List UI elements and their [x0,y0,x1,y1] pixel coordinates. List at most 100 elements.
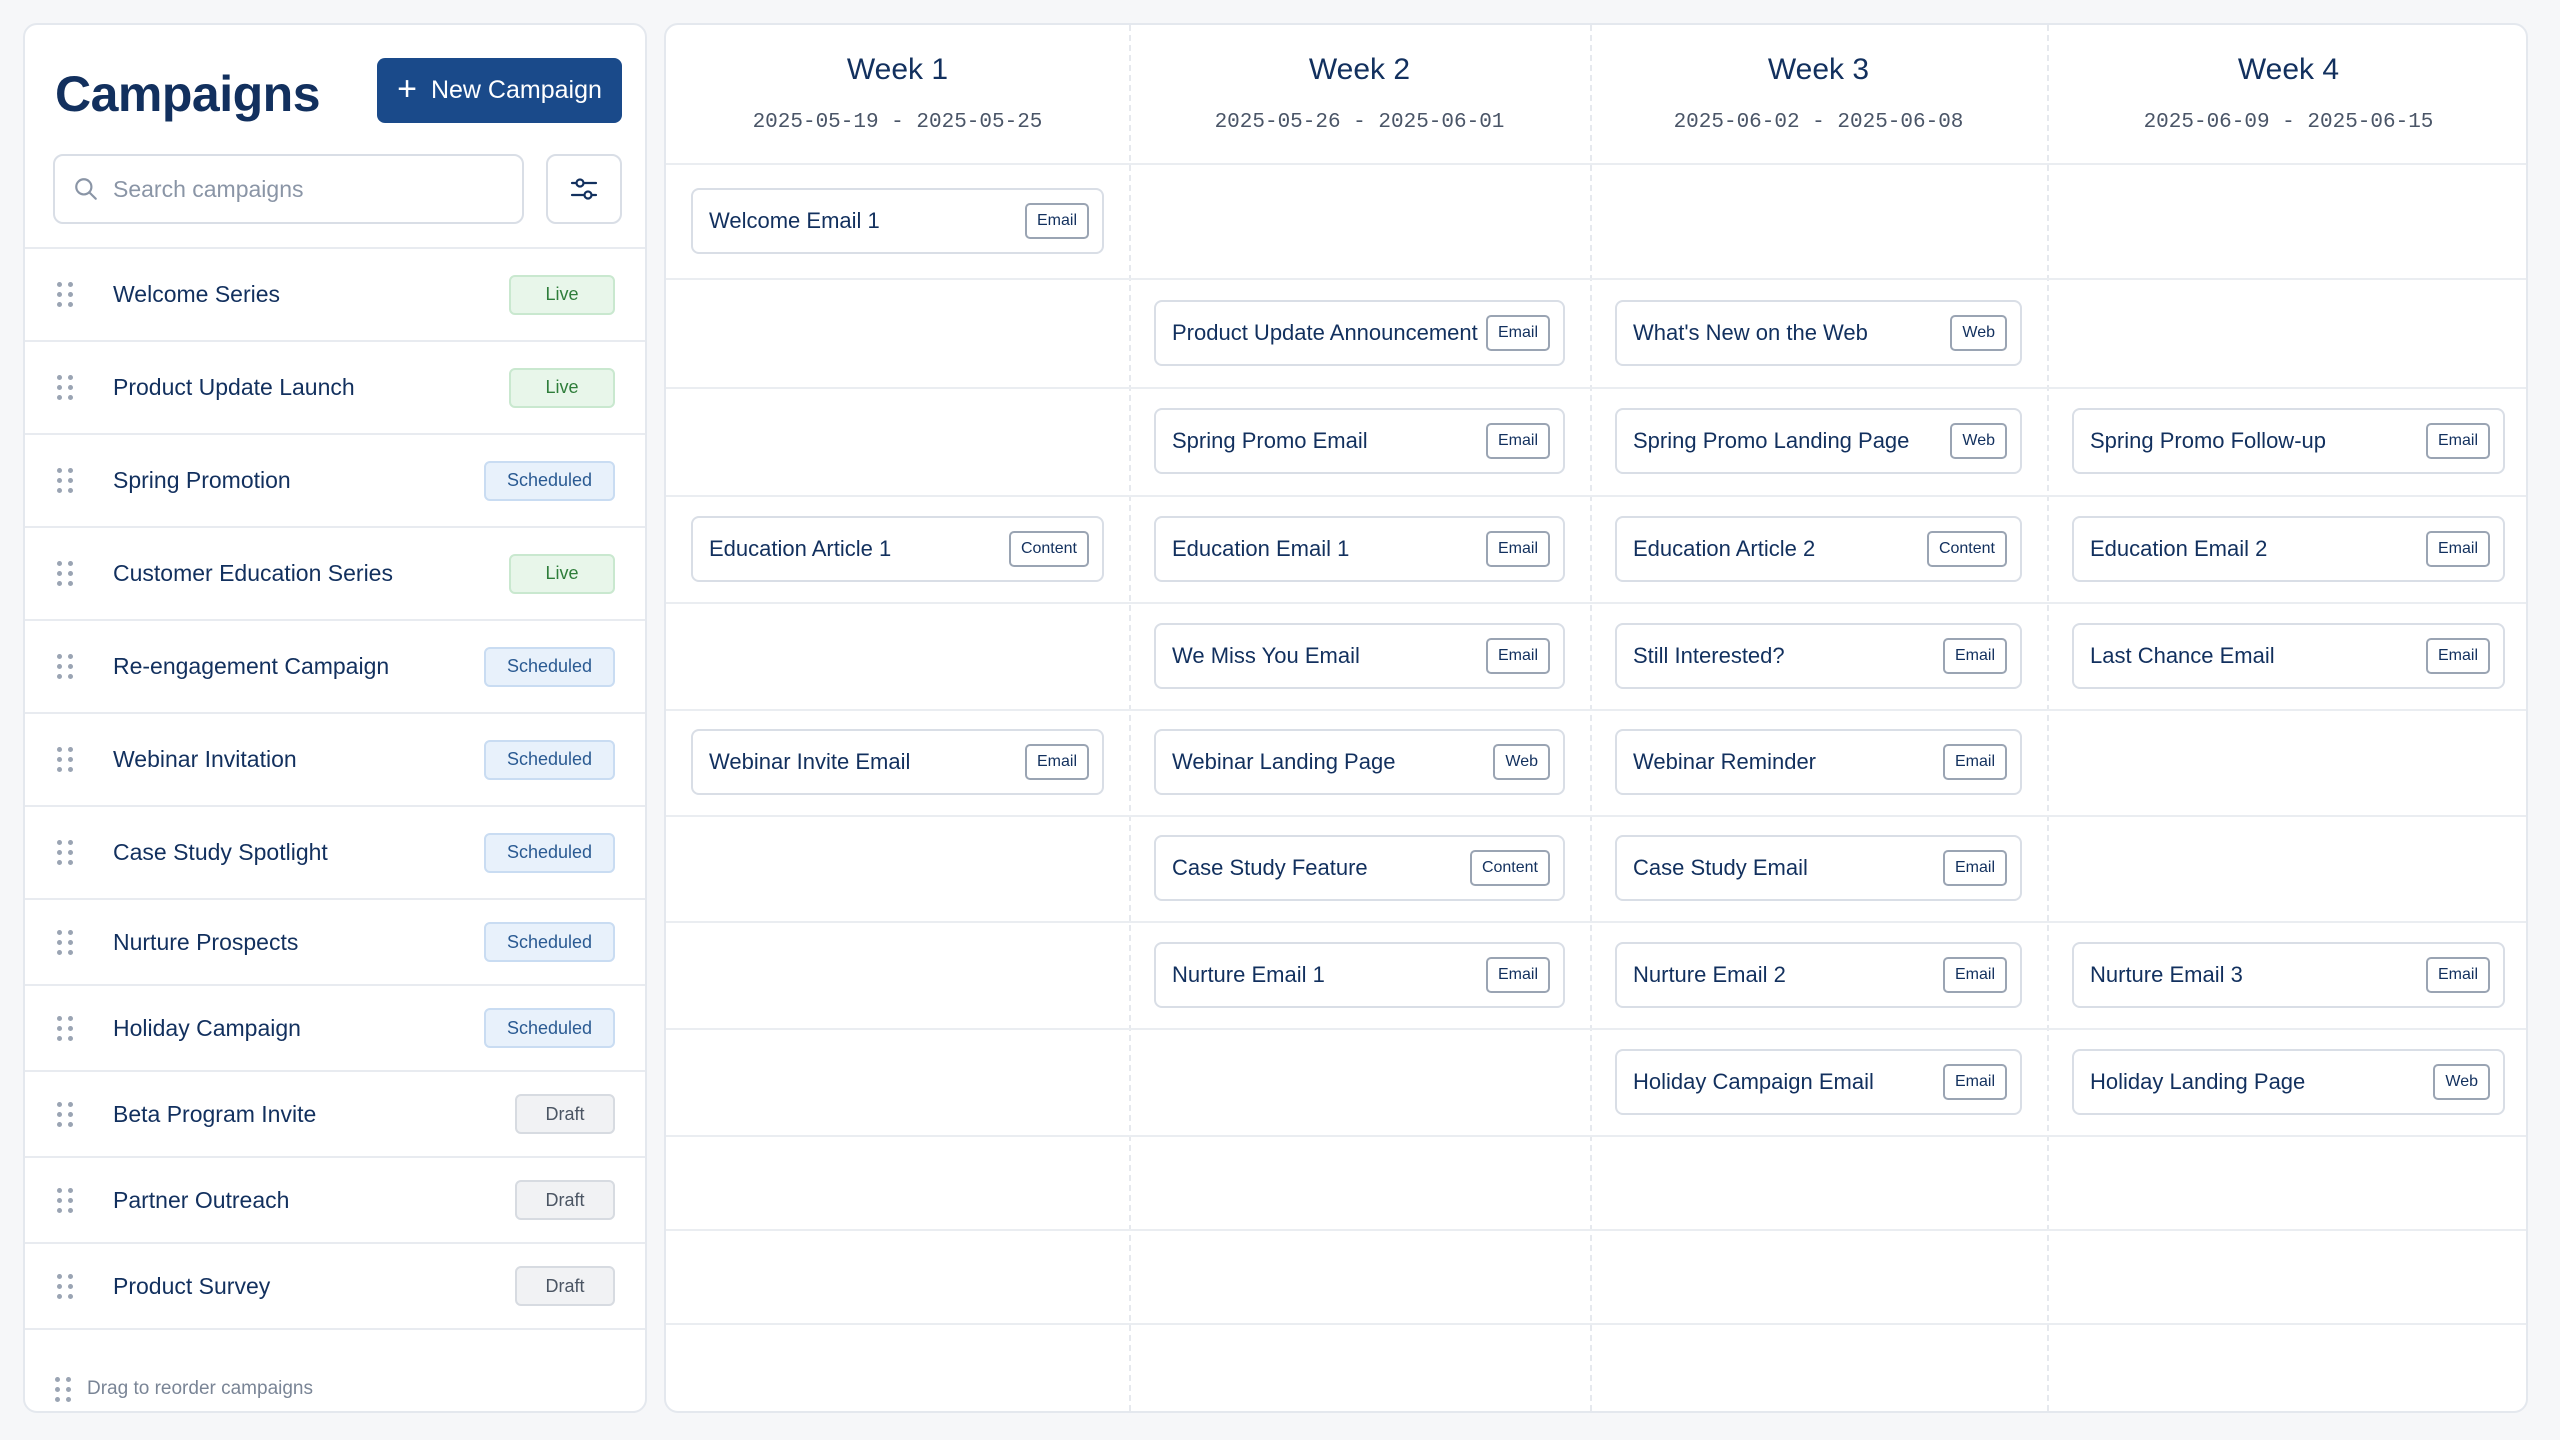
drag-handle-icon[interactable] [57,281,73,309]
sidebar-header: Campaigns + New Campaign [25,25,645,160]
status-badge: Scheduled [484,1008,615,1048]
campaign-list-item[interactable]: Customer Education Series Live [25,528,645,621]
status-badge: Live [509,274,615,315]
status-badge: Scheduled [484,739,615,780]
week-header: Week 3 2025-06-02 - 2025-06-08 [1590,25,2047,163]
calendar-item-title: Still Interested? [1633,642,1785,668]
drag-handle-icon[interactable] [57,653,73,681]
calendar-item-title: Webinar Landing Page [1172,749,1396,774]
campaign-list-item[interactable]: Beta Program Invite Draft [25,1072,645,1158]
calendar-item-card[interactable]: Nurture Email 1 Email [1154,941,1565,1008]
calendar-row-divider [666,815,2526,817]
calendar-item-card[interactable]: Holiday Campaign Email Email [1615,1048,2022,1115]
calendar-item-card[interactable]: Webinar Reminder Email [1615,729,2022,795]
campaign-list-item[interactable]: Holiday Campaign Scheduled [25,986,645,1072]
campaign-list-item[interactable]: Product Update Launch Live [25,342,645,435]
status-badge: Live [509,553,615,594]
calendar-item-card[interactable]: Spring Promo Landing Page Web [1615,408,2022,474]
week-column-divider [2047,25,2049,1411]
campaign-list-item[interactable]: Product Survey Draft [25,1244,645,1330]
drag-handle-icon[interactable] [57,560,73,588]
drag-handle-icon[interactable] [57,374,73,402]
calendar-item-title: Case Study Email [1633,855,1808,880]
new-campaign-label: New Campaign [430,76,602,104]
campaign-list-item[interactable]: Re-engagement Campaign Scheduled [25,621,645,714]
channel-type-tag: Email [1942,744,2007,780]
calendar-item-card[interactable]: Spring Promo Follow-up Email [2072,408,2505,474]
calendar-row-divider [666,495,2526,497]
channel-type-tag: Email [1024,744,1089,780]
calendar-item-card[interactable]: Product Update Announcement Email [1154,299,1565,366]
calendar-item-card[interactable]: Nurture Email 2 Email [1615,941,2022,1008]
calendar-item-card[interactable]: What's New on the Web Web [1615,299,2022,366]
campaign-sidebar: Campaigns + New Campaign Welcome Series L… [23,23,647,1413]
calendar-row-divider [666,163,2526,165]
calendar-item-card[interactable]: Last Chance Email Email [2072,622,2505,689]
channel-type-tag: Content [1008,530,1089,567]
plus-icon: + [397,70,417,108]
calendar-item-card[interactable]: Holiday Landing Page Web [2072,1048,2505,1115]
calendar-item-card[interactable]: Webinar Landing Page Web [1154,729,1565,795]
channel-type-tag: Web [1950,314,2007,351]
calendar-item-card[interactable]: Welcome Email 1 Email [691,187,1104,254]
drag-handle-icon[interactable] [57,467,73,495]
campaign-name: Webinar Invitation [113,746,297,772]
calendar-item-card[interactable]: Education Email 1 Email [1154,515,1565,582]
calendar-item-card[interactable]: We Miss You Email Email [1154,622,1565,689]
calendar-item-card[interactable]: Case Study Feature Content [1154,835,1565,901]
calendar-row-divider [666,1135,2526,1137]
calendar-row-divider [666,387,2526,389]
campaign-name: Holiday Campaign [113,1014,301,1041]
calendar-item-title: Education Email 1 [1172,535,1350,561]
campaign-name: Product Survey [113,1272,271,1299]
calendar-item-title: Spring Promo Email [1172,428,1368,453]
channel-type-tag: Email [2425,423,2490,459]
calendar-item-title: Webinar Reminder [1633,749,1817,774]
calendar-item-title: Welcome Email 1 [709,207,880,233]
week-title: Week 2 [1308,53,1411,86]
campaign-list-item[interactable]: Case Study Spotlight Scheduled [25,807,645,900]
channel-type-tag: Email [1942,850,2007,886]
drag-handle-icon[interactable] [57,1272,73,1300]
calendar-item-title: Holiday Landing Page [2090,1068,2306,1094]
drag-handle-icon[interactable] [57,1100,73,1128]
campaign-list-item[interactable]: Welcome Series Live [25,249,645,342]
calendar-item-card[interactable]: Spring Promo Email Email [1154,408,1565,474]
status-badge: Scheduled [484,646,615,687]
week-date-range: 2025-06-09 - 2025-06-15 [2143,111,2434,134]
channel-type-tag: Email [2425,637,2490,674]
app-root: Campaigns + New Campaign Welcome Series L… [0,0,2560,1440]
calendar-item-title: Education Article 1 [709,535,892,561]
calendar-row-divider [666,1229,2526,1231]
campaign-list-item[interactable]: Webinar Invitation Scheduled [25,714,645,807]
week-date-range: 2025-05-19 - 2025-05-25 [752,111,1043,134]
calendar-item-card[interactable]: Education Article 2 Content [1615,515,2022,582]
status-badge: Draft [515,1094,615,1134]
week-column-divider [1129,25,1131,1411]
calendar-item-card[interactable]: Nurture Email 3 Email [2072,941,2505,1008]
calendar-item-card[interactable]: Education Article 1 Content [691,515,1104,582]
drag-handle-icon[interactable] [57,1014,73,1042]
filter-button[interactable] [546,154,622,224]
search-input[interactable] [113,175,493,203]
campaign-name: Spring Promotion [113,467,291,493]
drag-handle-icon[interactable] [57,746,73,774]
new-campaign-button[interactable]: + New Campaign [377,58,622,123]
calendar-item-card[interactable]: Webinar Invite Email Email [691,729,1104,795]
campaign-name: Beta Program Invite [113,1100,317,1127]
calendar-item-card[interactable]: Education Email 2 Email [2072,515,2505,582]
campaign-list-item[interactable]: Partner Outreach Draft [25,1158,645,1244]
drag-handle-icon[interactable] [57,1186,73,1214]
drag-handle-icon[interactable] [57,839,73,867]
week-title: Week 4 [2237,53,2340,86]
calendar-item-card[interactable]: Case Study Email Email [1615,835,2022,901]
drag-handle-icon[interactable] [57,928,73,956]
campaign-list-item[interactable]: Nurture Prospects Scheduled [25,900,645,986]
footer-hint: Drag to reorder campaigns [87,1378,313,1399]
week-header: Week 1 2025-05-19 - 2025-05-25 [666,25,1129,163]
search-box[interactable] [53,154,524,224]
channel-type-tag: Email [1024,202,1089,239]
sidebar-footer: Drag to reorder campaigns [55,1375,313,1403]
calendar-item-card[interactable]: Still Interested? Email [1615,622,2022,689]
campaign-list-item[interactable]: Spring Promotion Scheduled [25,435,645,528]
